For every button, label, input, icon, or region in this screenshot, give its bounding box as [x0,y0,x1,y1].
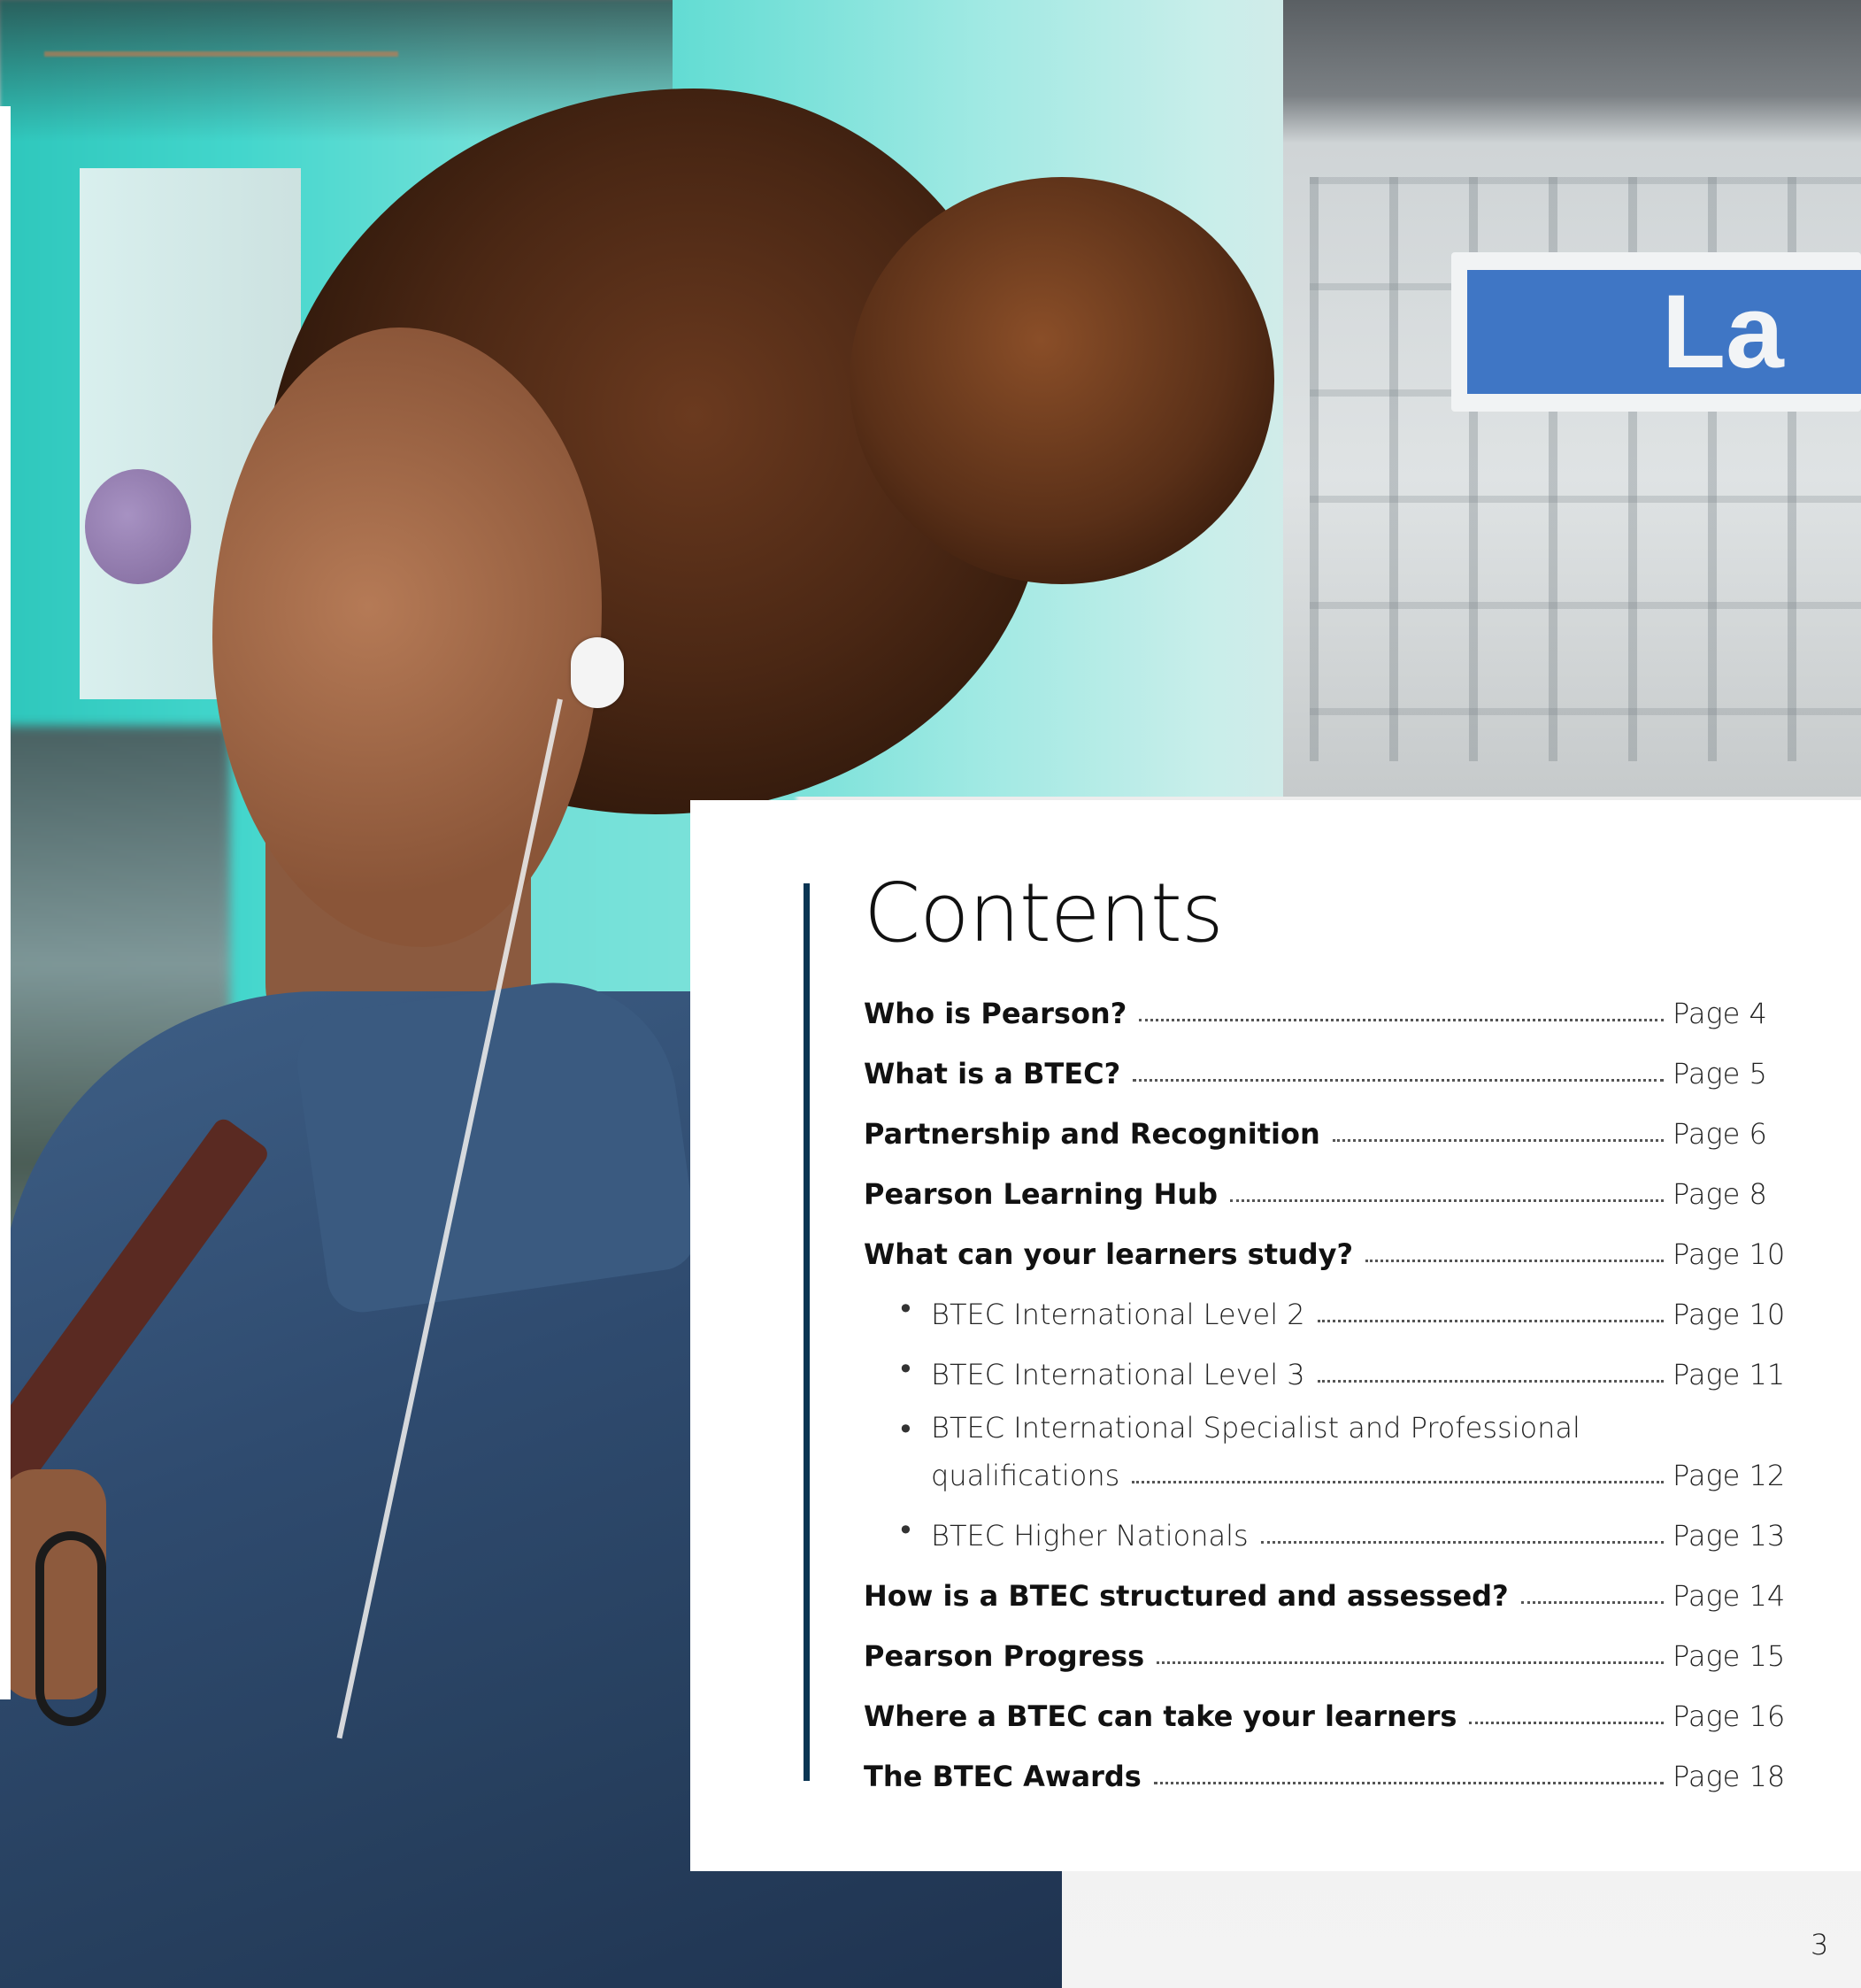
toc-entry-page: Page 8 [1673,1177,1767,1211]
toc-sub-entry-page: Page 12 [1673,1459,1786,1492]
toc-entry-title: Pearson Learning Hub [864,1177,1218,1211]
toc-sub-entry-title-line1[interactable]: BTEC International Specialist and Profes… [931,1411,1580,1445]
toc-sub-entry[interactable]: BTEC International Level 3 Page 11 [931,1347,1786,1391]
dot-leader [1332,1139,1664,1142]
dot-leader [1260,1541,1664,1544]
toc-sub-entry-page: Page 11 [1673,1358,1786,1391]
person-hair-bun [850,177,1274,584]
bullet-icon: • [897,1413,914,1446]
toc-entry-page: Page 6 [1673,1117,1767,1151]
bullet-icon: • [897,1292,914,1326]
dot-leader [1469,1722,1664,1724]
toc-entry[interactable]: Pearson Learning Hub Page 8 [864,1167,1775,1211]
toc-sub-entry-title: BTEC International Level 2 [931,1298,1305,1331]
toc-entry[interactable]: How is a BTEC structured and assessed? P… [864,1568,1786,1613]
toc-entry-title: Partnership and Recognition [864,1117,1320,1151]
accent-rule [804,883,810,1781]
bullet-icon: • [897,1352,914,1386]
page-edge [0,106,11,1699]
toc-entry-title: What is a BTEC? [864,1057,1121,1090]
dot-leader [1153,1782,1664,1784]
toc-entry-title: What can your learners study? [864,1237,1354,1271]
toc-sub-entry-page: Page 13 [1673,1519,1786,1553]
toc-entry[interactable]: What can your learners study? Page 10 [864,1227,1786,1271]
toc-entry[interactable]: What is a BTEC? Page 5 [864,1046,1775,1090]
toc-entry-page: Page 18 [1673,1760,1786,1793]
toc-entry-page: Page 5 [1673,1057,1767,1090]
toc-entry-title: The BTEC Awards [864,1760,1142,1793]
dot-leader [1230,1199,1664,1202]
toc-sub-entry[interactable]: qualifications Page 12 [931,1448,1786,1492]
toc-sub-entry-title: BTEC Higher Nationals [931,1519,1249,1553]
toc-entry[interactable]: Pearson Progress Page 15 [864,1629,1786,1673]
dot-leader [1365,1260,1664,1262]
toc-entry-title: Pearson Progress [864,1639,1145,1673]
station-sign: La C [1451,252,1861,412]
toc-sub-entry[interactable]: BTEC International Level 2 Page 10 [931,1287,1786,1331]
person-shirt-collar [290,967,701,1317]
dot-leader [1157,1661,1664,1664]
toc-entry-page: Page 15 [1673,1639,1786,1673]
bullet-icon: • [897,1514,914,1547]
toc-entry[interactable]: The BTEC Awards Page 18 [864,1749,1786,1793]
toc-entry[interactable]: Partnership and Recognition Page 6 [864,1106,1775,1151]
toc-sub-entry[interactable]: BTEC Higher Nationals Page 13 [931,1508,1786,1553]
toc-entry-page: Page 16 [1673,1699,1786,1733]
contents-heading: Contents [864,866,1224,960]
toc-entry-title: Where a BTEC can take your learners [864,1699,1457,1733]
toc-sub-entry-page: Page 10 [1673,1298,1786,1331]
dot-leader [1317,1320,1664,1322]
page-number: 3 [1811,1928,1829,1961]
toc-entry-title: How is a BTEC structured and assessed? [864,1579,1509,1613]
dot-leader [1317,1380,1664,1383]
toc-sub-entry-title: BTEC International Level 3 [931,1358,1305,1391]
toc-entry-page: Page 4 [1673,997,1767,1030]
dot-leader [1133,1079,1664,1082]
hair-tie-bracelet [35,1531,106,1726]
toc-entry-page: Page 14 [1673,1579,1786,1613]
station-sign-text: La C [1467,270,1861,394]
purple-sticker [85,469,191,584]
toc-sub-entry-title-line2: qualifications [931,1459,1120,1492]
dot-leader [1132,1481,1664,1483]
toc-entry-page: Page 10 [1673,1237,1786,1271]
dot-leader [1139,1019,1664,1021]
toc-entry[interactable]: Where a BTEC can take your learners Page… [864,1689,1786,1733]
light-streak [44,51,398,57]
earbud-icon [571,637,624,708]
dot-leader [1520,1601,1664,1604]
toc-entry[interactable]: Who is Pearson? Page 4 [864,986,1775,1030]
toc-entry-title: Who is Pearson? [864,997,1127,1030]
